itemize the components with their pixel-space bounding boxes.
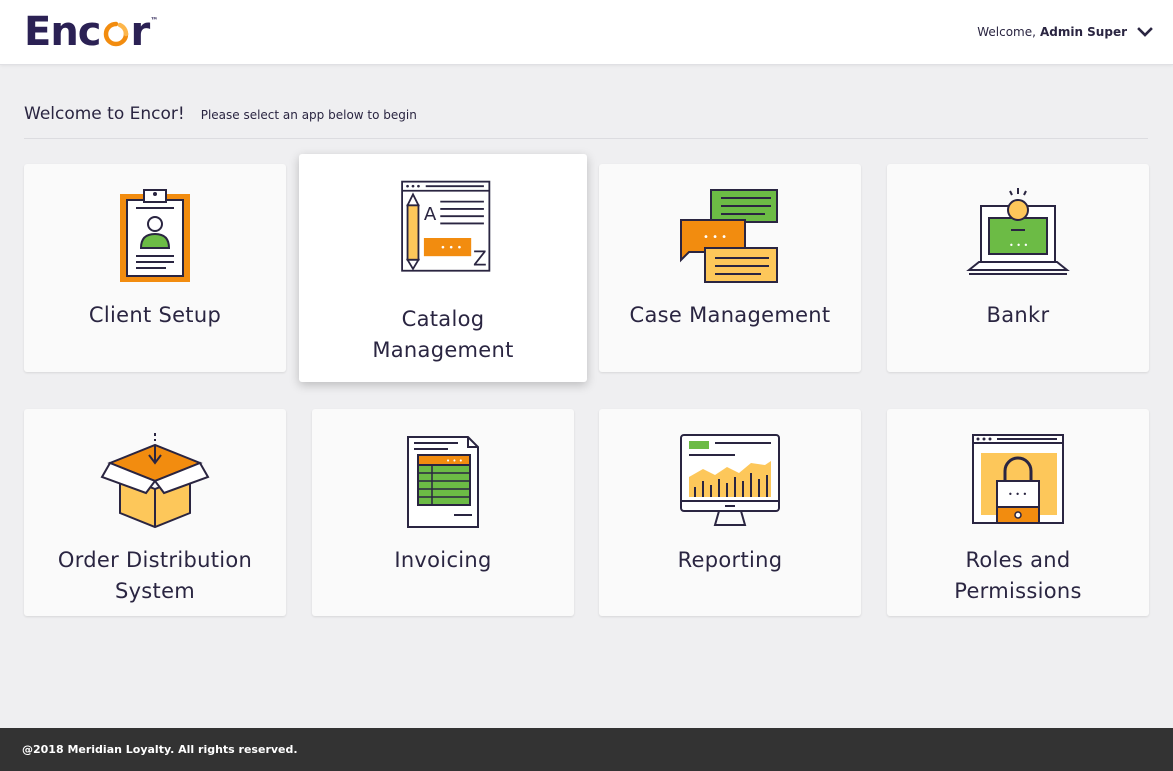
app-label: Roles and Permissions (887, 545, 1149, 607)
footer-copyright: @2018 Meridian Loyalty. All rights reser… (22, 743, 298, 756)
app-label-line2: Management (372, 338, 514, 362)
svg-text:Z: Z (473, 246, 487, 270)
app-tile-bankr[interactable]: • • • Bankr (887, 164, 1149, 372)
footer: @2018 Meridian Loyalty. All rights reser… (0, 728, 1173, 771)
welcome-prefix: Welcome, (977, 25, 1036, 39)
app-label-line2: System (114, 579, 196, 603)
chevron-down-icon[interactable] (1137, 24, 1153, 40)
welcome-row: Welcome to Encor! Please select an app b… (24, 104, 1148, 139)
lock-window-icon: • • • (972, 434, 1064, 524)
logo-text-left: Enc (24, 9, 102, 55)
app-label: Client Setup (24, 300, 286, 331)
user-menu[interactable]: Welcome, Admin Super (977, 24, 1153, 40)
app-label-line1: Invoicing (394, 548, 492, 572)
app-tile-case-management[interactable]: • • • Case Management (599, 164, 861, 372)
app-label: Reporting (599, 545, 861, 576)
app-label: Catalog Management (299, 304, 587, 366)
clipboard-user-icon (120, 189, 190, 282)
app-label: Case Management (599, 300, 861, 331)
svg-text:• • •: • • • (703, 232, 727, 243)
page-subtitle: Please select an app below to begin (200, 108, 417, 122)
svg-text:• • •: • • • (446, 457, 463, 465)
invoice-sheet-icon: • • • (407, 436, 479, 528)
app-tile-catalog-management[interactable]: A • • • Z Catalog Management (299, 154, 587, 382)
catalog-document-icon: A • • • Z (401, 180, 491, 272)
top-bar: Enc r ™ Welcome, Admin Super (0, 0, 1173, 65)
app-label-line1: Case Management (629, 303, 831, 327)
svg-text:A: A (424, 204, 437, 225)
monitor-chart-icon (680, 434, 780, 526)
svg-text:• • •: • • • (1009, 241, 1028, 250)
app-tile-client-setup[interactable]: Client Setup (24, 164, 286, 372)
page-title: Welcome to Encor! (24, 104, 185, 124)
user-name: Admin Super (1039, 25, 1127, 39)
logo-wordmark: Enc r (24, 8, 151, 56)
app-label-line1: Catalog (401, 307, 485, 331)
laptop-coin-icon: • • • (966, 188, 1070, 275)
logo-trademark: ™ (150, 16, 159, 25)
open-box-icon (100, 433, 210, 529)
svg-text:• • •: • • • (440, 244, 462, 254)
app-label-line1: Roles and (965, 548, 1071, 572)
app-label-line2: Permissions (954, 579, 1082, 603)
svg-text:• • •: • • • (1008, 490, 1027, 499)
app-label: Order Distribution System (24, 545, 286, 607)
app-tile-order-distribution-system[interactable]: Order Distribution System (24, 409, 286, 616)
app-tile-invoicing[interactable]: • • • Invoicing (312, 409, 574, 616)
app-label: Bankr (887, 300, 1149, 331)
app-label-line1: Bankr (986, 303, 1050, 327)
app-tile-reporting[interactable]: Reporting (599, 409, 861, 616)
encor-logo[interactable]: Enc r ™ (24, 8, 158, 56)
logo-o-ring-icon (103, 21, 128, 47)
app-tile-roles-and-permissions[interactable]: • • • Roles and Permissions (887, 409, 1149, 616)
app-label-line1: Order Distribution (57, 548, 253, 572)
logo-text-right: r (130, 9, 151, 55)
app-label-line1: Reporting (677, 548, 783, 572)
chat-bubbles-icon: • • • (680, 189, 778, 283)
app-label-line1: Client Setup (88, 303, 222, 327)
app-label: Invoicing (312, 545, 574, 576)
